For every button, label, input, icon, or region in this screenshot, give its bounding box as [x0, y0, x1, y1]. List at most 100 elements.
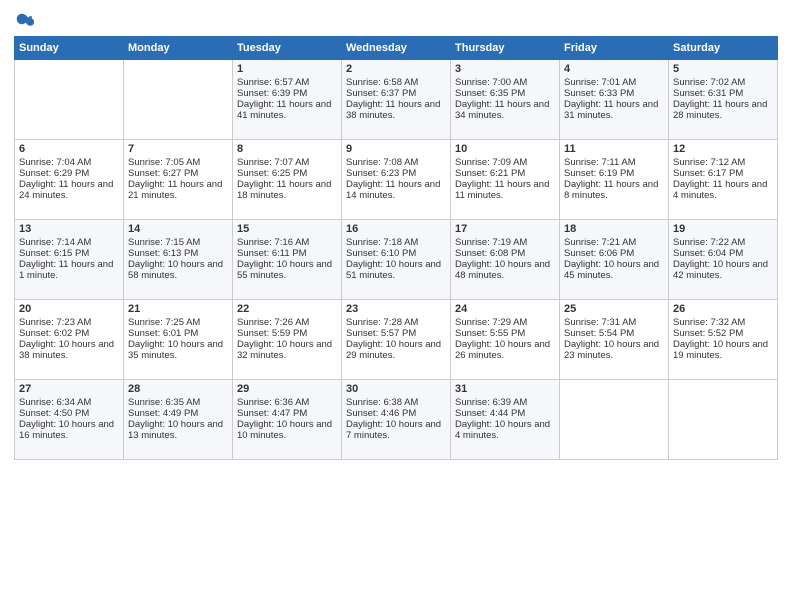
daylight-text: Daylight: 11 hours and 34 minutes. — [455, 99, 555, 121]
day-number: 7 — [128, 143, 228, 155]
daylight-text: Daylight: 11 hours and 24 minutes. — [19, 179, 119, 201]
sunrise-text: Sunrise: 6:58 AM — [346, 77, 446, 88]
sunrise-text: Sunrise: 7:21 AM — [564, 237, 664, 248]
calendar-cell — [124, 60, 233, 140]
daylight-text: Daylight: 10 hours and 58 minutes. — [128, 259, 228, 281]
sunset-text: Sunset: 4:46 PM — [346, 408, 446, 419]
day-number: 4 — [564, 63, 664, 75]
daylight-text: Daylight: 10 hours and 38 minutes. — [19, 339, 119, 361]
sunset-text: Sunset: 6:10 PM — [346, 248, 446, 259]
sunset-text: Sunset: 4:44 PM — [455, 408, 555, 419]
daylight-text: Daylight: 11 hours and 28 minutes. — [673, 99, 773, 121]
sunset-text: Sunset: 6:37 PM — [346, 88, 446, 99]
day-number: 2 — [346, 63, 446, 75]
daylight-text: Daylight: 11 hours and 11 minutes. — [455, 179, 555, 201]
calendar-cell: 10Sunrise: 7:09 AMSunset: 6:21 PMDayligh… — [451, 140, 560, 220]
day-number: 15 — [237, 223, 337, 235]
column-header-wednesday: Wednesday — [342, 37, 451, 60]
day-number: 14 — [128, 223, 228, 235]
sunset-text: Sunset: 6:04 PM — [673, 248, 773, 259]
column-header-sunday: Sunday — [15, 37, 124, 60]
calendar-container: SundayMondayTuesdayWednesdayThursdayFrid… — [0, 0, 792, 466]
sunset-text: Sunset: 6:25 PM — [237, 168, 337, 179]
sunrise-text: Sunrise: 7:26 AM — [237, 317, 337, 328]
daylight-text: Daylight: 11 hours and 21 minutes. — [128, 179, 228, 201]
day-number: 31 — [455, 383, 555, 395]
sunrise-text: Sunrise: 7:00 AM — [455, 77, 555, 88]
sunrise-text: Sunrise: 7:29 AM — [455, 317, 555, 328]
day-number: 27 — [19, 383, 119, 395]
calendar-header — [14, 10, 778, 28]
calendar-cell: 22Sunrise: 7:26 AMSunset: 5:59 PMDayligh… — [233, 300, 342, 380]
calendar-cell: 17Sunrise: 7:19 AMSunset: 6:08 PMDayligh… — [451, 220, 560, 300]
calendar-cell: 21Sunrise: 7:25 AMSunset: 6:01 PMDayligh… — [124, 300, 233, 380]
daylight-text: Daylight: 10 hours and 45 minutes. — [564, 259, 664, 281]
week-row-2: 6Sunrise: 7:04 AMSunset: 6:29 PMDaylight… — [15, 140, 778, 220]
day-number: 13 — [19, 223, 119, 235]
calendar-cell: 13Sunrise: 7:14 AMSunset: 6:15 PMDayligh… — [15, 220, 124, 300]
sunrise-text: Sunrise: 7:07 AM — [237, 157, 337, 168]
calendar-cell — [15, 60, 124, 140]
daylight-text: Daylight: 10 hours and 23 minutes. — [564, 339, 664, 361]
calendar-cell: 6Sunrise: 7:04 AMSunset: 6:29 PMDaylight… — [15, 140, 124, 220]
sunrise-text: Sunrise: 7:15 AM — [128, 237, 228, 248]
sunset-text: Sunset: 6:29 PM — [19, 168, 119, 179]
daylight-text: Daylight: 10 hours and 48 minutes. — [455, 259, 555, 281]
calendar-cell: 3Sunrise: 7:00 AMSunset: 6:35 PMDaylight… — [451, 60, 560, 140]
daylight-text: Daylight: 10 hours and 10 minutes. — [237, 419, 337, 441]
day-number: 16 — [346, 223, 446, 235]
day-number: 18 — [564, 223, 664, 235]
sunset-text: Sunset: 6:06 PM — [564, 248, 664, 259]
day-number: 5 — [673, 63, 773, 75]
calendar-cell — [669, 380, 778, 460]
day-number: 26 — [673, 303, 773, 315]
daylight-text: Daylight: 10 hours and 19 minutes. — [673, 339, 773, 361]
daylight-text: Daylight: 10 hours and 29 minutes. — [346, 339, 446, 361]
sunset-text: Sunset: 6:02 PM — [19, 328, 119, 339]
day-number: 25 — [564, 303, 664, 315]
calendar-cell: 1Sunrise: 6:57 AMSunset: 6:39 PMDaylight… — [233, 60, 342, 140]
sunset-text: Sunset: 6:19 PM — [564, 168, 664, 179]
day-number: 6 — [19, 143, 119, 155]
column-header-monday: Monday — [124, 37, 233, 60]
sunrise-text: Sunrise: 6:39 AM — [455, 397, 555, 408]
sunset-text: Sunset: 6:21 PM — [455, 168, 555, 179]
sunset-text: Sunset: 6:17 PM — [673, 168, 773, 179]
sunset-text: Sunset: 5:55 PM — [455, 328, 555, 339]
daylight-text: Daylight: 10 hours and 32 minutes. — [237, 339, 337, 361]
daylight-text: Daylight: 10 hours and 7 minutes. — [346, 419, 446, 441]
sunrise-text: Sunrise: 7:19 AM — [455, 237, 555, 248]
calendar-cell: 11Sunrise: 7:11 AMSunset: 6:19 PMDayligh… — [560, 140, 669, 220]
daylight-text: Daylight: 11 hours and 38 minutes. — [346, 99, 446, 121]
sunset-text: Sunset: 6:13 PM — [128, 248, 228, 259]
calendar-cell: 8Sunrise: 7:07 AMSunset: 6:25 PMDaylight… — [233, 140, 342, 220]
calendar-cell: 2 Sunrise: 6:58 AMSunset: 6:37 PMDaylight… — [342, 60, 451, 140]
sunrise-text: Sunrise: 7:31 AM — [564, 317, 664, 328]
sunset-text: Sunset: 6:01 PM — [128, 328, 228, 339]
day-number: 22 — [237, 303, 337, 315]
calendar-cell: 20Sunrise: 7:23 AMSunset: 6:02 PMDayligh… — [15, 300, 124, 380]
day-number: 1 — [237, 63, 337, 75]
calendar-cell: 27Sunrise: 6:34 AMSunset: 4:50 PMDayligh… — [15, 380, 124, 460]
day-number: 12 — [673, 143, 773, 155]
calendar-cell: 29Sunrise: 6:36 AMSunset: 4:47 PMDayligh… — [233, 380, 342, 460]
sunset-text: Sunset: 6:27 PM — [128, 168, 228, 179]
sunrise-text: Sunrise: 7:05 AM — [128, 157, 228, 168]
daylight-text: Daylight: 11 hours and 4 minutes. — [673, 179, 773, 201]
week-row-4: 20Sunrise: 7:23 AMSunset: 6:02 PMDayligh… — [15, 300, 778, 380]
sunset-text: Sunset: 6:35 PM — [455, 88, 555, 99]
day-number: 9 — [346, 143, 446, 155]
sunrise-text: Sunrise: 7:12 AM — [673, 157, 773, 168]
sunset-text: Sunset: 4:49 PM — [128, 408, 228, 419]
sunrise-text: Sunrise: 7:18 AM — [346, 237, 446, 248]
week-row-1: 1Sunrise: 6:57 AMSunset: 6:39 PMDaylight… — [15, 60, 778, 140]
daylight-text: Daylight: 10 hours and 4 minutes. — [455, 419, 555, 441]
sunset-text: Sunset: 6:39 PM — [237, 88, 337, 99]
calendar-cell: 28Sunrise: 6:35 AMSunset: 4:49 PMDayligh… — [124, 380, 233, 460]
calendar-cell: 16Sunrise: 7:18 AMSunset: 6:10 PMDayligh… — [342, 220, 451, 300]
daylight-text: Daylight: 11 hours and 41 minutes. — [237, 99, 337, 121]
sunrise-text: Sunrise: 7:23 AM — [19, 317, 119, 328]
calendar-header-row: SundayMondayTuesdayWednesdayThursdayFrid… — [15, 37, 778, 60]
day-number: 23 — [346, 303, 446, 315]
day-number: 28 — [128, 383, 228, 395]
